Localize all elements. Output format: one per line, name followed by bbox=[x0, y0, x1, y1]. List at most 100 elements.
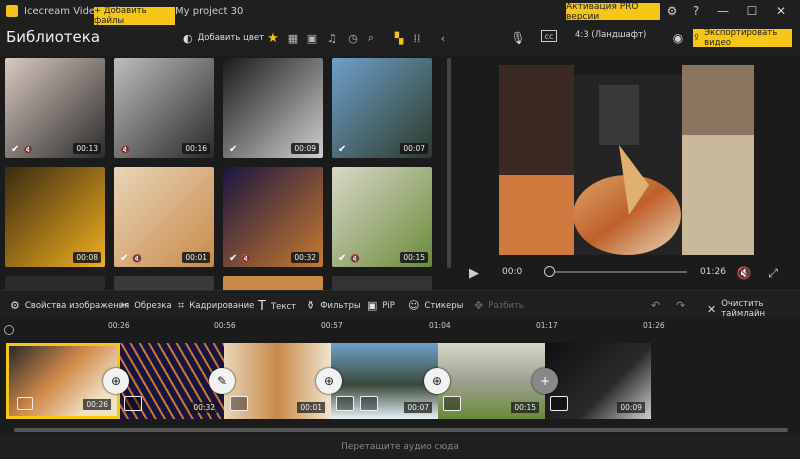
volume-mute-icon[interactable]: 🔇 bbox=[736, 265, 752, 281]
text-button[interactable]: T Текст bbox=[258, 299, 296, 314]
image-icon[interactable]: ▣ bbox=[305, 31, 319, 45]
thumbnail-duration: 00:13 bbox=[73, 143, 101, 154]
library-thumbnail[interactable]: 00:08 bbox=[5, 167, 105, 267]
camera-icon[interactable]: ◉ bbox=[670, 30, 686, 46]
clip-duration: 00:32 bbox=[190, 402, 218, 413]
thumbnail-duration: 00:15 bbox=[400, 252, 428, 263]
zoom-transition-icon[interactable]: ⊕ bbox=[103, 368, 129, 394]
pro-activation-button[interactable]: Активация PRO версии bbox=[566, 2, 660, 22]
tick-label: 01:17 bbox=[536, 321, 558, 330]
redo-button[interactable]: ↷ bbox=[676, 299, 690, 312]
library-thumbnail[interactable]: ✔ 🔇 00:01 bbox=[114, 167, 214, 267]
audio-drop-zone[interactable]: Перетащите аудио сюда bbox=[0, 434, 800, 459]
clip-settings-icon[interactable] bbox=[336, 396, 354, 411]
library-thumbnail[interactable]: 🔇 00:16 bbox=[114, 58, 214, 158]
star-icon[interactable]: ★ bbox=[266, 31, 280, 46]
pip-icon: ▣ bbox=[367, 299, 378, 312]
add-color-button[interactable]: ◐ Добавить цвет bbox=[183, 29, 264, 47]
thumbnail-duration: 00:16 bbox=[182, 143, 210, 154]
grid-small-icon[interactable]: ⁞⁞ bbox=[410, 31, 424, 45]
clip-settings-icon[interactable] bbox=[443, 396, 461, 411]
crop-icon: ⌗ bbox=[178, 299, 185, 312]
library-scrollbar[interactable] bbox=[447, 58, 451, 268]
check-icon: ✔ bbox=[338, 144, 347, 155]
check-icon: ✔ bbox=[338, 253, 347, 264]
tick-label: 00:26 bbox=[108, 321, 130, 330]
search-icon[interactable]: ⌕ bbox=[364, 31, 378, 45]
clip-settings-icon[interactable] bbox=[230, 396, 248, 411]
check-icon: ✔ bbox=[11, 144, 20, 155]
timeline-ruler[interactable]: 00:26 00:56 00:57 01:04 01:17 01:26 bbox=[0, 318, 800, 340]
seek-handle[interactable] bbox=[544, 266, 555, 277]
stickers-button[interactable]: ☺ Стикеры bbox=[408, 299, 463, 312]
tick-label: 01:26 bbox=[643, 321, 665, 330]
crop-button[interactable]: ⌗ Кадрирование bbox=[178, 299, 254, 313]
clip-duration: 00:09 bbox=[617, 402, 645, 413]
filters-button[interactable]: ⚱ Фильтры bbox=[306, 299, 361, 312]
library-thumbnail[interactable]: ✔ 00:09 bbox=[223, 58, 323, 158]
app-window: Icecream Video Editor 3.14 - My project … bbox=[0, 0, 800, 459]
collapse-panel-icon[interactable]: ‹ bbox=[436, 31, 450, 45]
split-button[interactable]: ✥ Разбить bbox=[474, 299, 524, 312]
add-files-button[interactable]: + Добавить файлы bbox=[94, 6, 175, 26]
clip-settings-icon[interactable] bbox=[550, 396, 568, 411]
scissors-icon: ✂ bbox=[120, 299, 130, 312]
project-name: My project 30 bbox=[175, 5, 244, 17]
library-thumbnail[interactable]: ✔ 00:07 bbox=[332, 58, 432, 158]
library-thumbnail[interactable] bbox=[114, 276, 214, 290]
wand-transition-icon[interactable]: ✎ bbox=[209, 368, 235, 394]
library-thumbnail[interactable]: ✔ 🔇 00:15 bbox=[332, 167, 432, 267]
gear-icon: ⚙ bbox=[10, 299, 20, 312]
filter-icon: ⚱ bbox=[306, 299, 316, 312]
library-thumbnail[interactable] bbox=[332, 276, 432, 290]
music-icon[interactable]: ♫ bbox=[325, 31, 339, 45]
zoom-transition-icon[interactable]: ⊕ bbox=[424, 368, 450, 394]
library-thumbnail[interactable]: ✔ 🔇 00:13 bbox=[5, 58, 105, 158]
library-thumbnail[interactable] bbox=[5, 276, 105, 290]
add-transition-icon[interactable]: + bbox=[532, 368, 558, 394]
app-logo-icon bbox=[6, 5, 18, 17]
stickers-label: Стикеры bbox=[424, 300, 464, 311]
playhead-marker[interactable] bbox=[4, 325, 14, 335]
seek-bar[interactable] bbox=[547, 271, 687, 273]
library-grid: ✔ 🔇 00:13 🔇 00:16 ✔ 00:09 ✔ 00:07 00:08 ✔ 🔇 00:01 ✔ 🔇 0… bbox=[0, 55, 455, 290]
pip-button[interactable]: ▣ PiP bbox=[367, 299, 395, 312]
mute-icon: 🔇 bbox=[350, 254, 360, 263]
total-time: 01:26 bbox=[700, 267, 726, 277]
close-icon[interactable]: ✕ bbox=[773, 3, 789, 19]
clip-settings-icon[interactable] bbox=[124, 396, 142, 411]
export-video-button[interactable]: ⇪ Экспортировать видео bbox=[693, 28, 792, 48]
clip-duration: 00:01 bbox=[297, 402, 325, 413]
clip-settings-icon[interactable] bbox=[17, 397, 33, 410]
maximize-icon[interactable]: ☐ bbox=[744, 3, 760, 19]
cut-button[interactable]: ✂ Обрезка bbox=[120, 299, 172, 312]
library-thumbnail[interactable]: ✔ 🔇 00:32 bbox=[223, 167, 323, 267]
image-properties-button[interactable]: ⚙ Свойства изображения bbox=[10, 299, 129, 312]
microphone-icon[interactable]: 🎙 bbox=[510, 30, 526, 46]
timeline-scrollbar[interactable] bbox=[14, 428, 788, 432]
grid-large-icon[interactable]: ▚ bbox=[392, 31, 406, 45]
pip-clip-icon[interactable] bbox=[360, 396, 378, 411]
sticker-icon: ☺ bbox=[408, 299, 420, 312]
tick-label: 00:57 bbox=[321, 321, 343, 330]
clear-timeline-button[interactable]: ✕ Очистить таймлайн bbox=[707, 299, 800, 319]
mute-icon: 🔇 bbox=[23, 145, 33, 154]
video-preview bbox=[499, 65, 754, 255]
preview-frame bbox=[499, 65, 754, 255]
clock-icon[interactable]: ◷ bbox=[346, 31, 360, 45]
minimize-icon[interactable]: — bbox=[715, 3, 731, 19]
gear-icon[interactable]: ⚙ bbox=[664, 3, 680, 19]
help-icon[interactable]: ? bbox=[688, 3, 704, 19]
undo-button[interactable]: ↶ bbox=[651, 299, 665, 312]
play-icon[interactable]: ▶ bbox=[466, 265, 482, 281]
subtitles-icon[interactable]: cc bbox=[541, 30, 557, 42]
zoom-transition-icon[interactable]: ⊕ bbox=[316, 368, 342, 394]
edit-toolbar: ⚙ Свойства изображения ✂ Обрезка ⌗ Кадриров… bbox=[0, 290, 800, 319]
library-thumbnail[interactable] bbox=[223, 276, 323, 290]
thumbnail-duration: 00:09 bbox=[291, 143, 319, 154]
thumbnail-duration: 00:08 bbox=[73, 252, 101, 263]
film-icon[interactable]: ▦ bbox=[286, 31, 300, 45]
fullscreen-icon[interactable]: ⤢ bbox=[765, 265, 781, 281]
aspect-ratio-selector[interactable]: 4:3 (Ландшафт) bbox=[575, 30, 646, 40]
mute-icon: 🔇 bbox=[132, 254, 142, 263]
